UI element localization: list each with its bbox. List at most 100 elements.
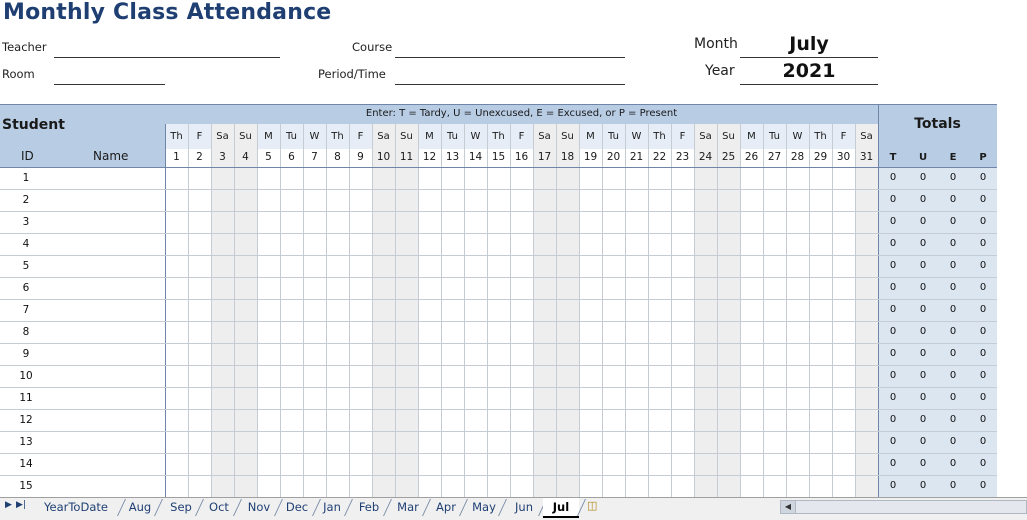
sheet-tab-apr[interactable]: Apr <box>431 498 461 516</box>
date-label: 31 <box>859 151 874 163</box>
student-name-cell[interactable] <box>52 189 165 211</box>
scroll-left-icon[interactable]: ◀ <box>781 501 796 513</box>
student-name-cell[interactable] <box>52 387 165 409</box>
date-label: 23 <box>675 151 690 163</box>
total-count: 0 <box>889 194 897 205</box>
total-count: 0 <box>949 260 957 271</box>
date-label: 21 <box>629 151 644 163</box>
date-label: 10 <box>376 151 391 163</box>
teacher-label: Teacher <box>2 40 47 54</box>
day-of-week-label: F <box>357 131 364 142</box>
total-count: 0 <box>919 172 927 183</box>
total-count: 0 <box>889 348 897 359</box>
day-of-week-label: F <box>679 131 686 142</box>
day-of-week-label: Su <box>561 131 574 142</box>
sheet-tab-oct[interactable]: Oct <box>203 498 235 516</box>
student-name-cell[interactable] <box>52 409 165 431</box>
sheet-tab-may[interactable]: May <box>468 498 500 516</box>
student-name-cell[interactable] <box>52 277 165 299</box>
sheet-tab-feb[interactable]: Feb <box>353 498 385 516</box>
sheet-tab-mar[interactable]: Mar <box>392 498 424 516</box>
student-name-cell[interactable] <box>52 211 165 233</box>
date-label: 1 <box>173 151 180 163</box>
total-count: 0 <box>889 172 897 183</box>
sheet-tab-jan[interactable]: Jan <box>318 498 346 516</box>
date-label: 15 <box>491 151 506 163</box>
total-count: 0 <box>979 348 987 359</box>
table-row: 6 0 0 0 0 <box>0 277 997 299</box>
total-count: 0 <box>889 216 897 227</box>
student-name-cell[interactable] <box>52 431 165 453</box>
total-count: 0 <box>949 282 957 293</box>
table-row: 8 0 0 0 0 <box>0 321 997 343</box>
total-count: 0 <box>889 392 897 403</box>
total-count: 0 <box>919 326 927 337</box>
day-of-week-label: Th <box>331 131 344 142</box>
student-name-cell[interactable] <box>52 475 165 497</box>
total-count: 0 <box>889 458 897 469</box>
student-name-cell[interactable] <box>52 321 165 343</box>
total-count: 0 <box>889 480 897 491</box>
sheet-tab-sep[interactable]: Sep <box>165 498 197 516</box>
course-field[interactable] <box>395 57 625 58</box>
student-name-cell[interactable] <box>52 343 165 365</box>
sheet-tab-aug[interactable]: Aug <box>124 498 156 516</box>
day-of-week-label: Th <box>814 131 827 142</box>
sheet-tab-bar: ▶ ▶| YearToDate Aug Sep Oct Nov Dec Jan Feb Mar A… <box>0 497 1027 520</box>
date-label: 6 <box>288 151 295 163</box>
total-count: 0 <box>919 216 927 227</box>
total-count: 0 <box>979 414 987 425</box>
student-name-cell[interactable] <box>52 299 165 321</box>
student-id: 13 <box>19 436 33 448</box>
day-of-week-label: Sa <box>538 131 551 142</box>
day-of-week-label: Su <box>400 131 413 142</box>
total-count: 0 <box>949 348 957 359</box>
total-count: 0 <box>979 172 987 183</box>
sheet-tab-yeartodate[interactable]: YearToDate <box>33 498 119 516</box>
total-count: 0 <box>979 326 987 337</box>
total-count: 0 <box>979 458 987 469</box>
year-value[interactable]: 2021 <box>740 60 878 82</box>
teacher-field[interactable] <box>54 57 280 58</box>
student-id: 4 <box>22 238 30 250</box>
student-name-cell[interactable] <box>52 233 165 255</box>
student-name-cell[interactable] <box>52 167 165 189</box>
sheet-tab-nov[interactable]: Nov <box>242 498 276 516</box>
day-of-week-label: F <box>196 131 203 142</box>
period-time-field[interactable] <box>395 84 625 85</box>
sheet-tab-dec[interactable]: Dec <box>280 498 314 516</box>
student-id: 9 <box>22 348 30 360</box>
totals-column-header: P <box>979 152 987 163</box>
room-field[interactable] <box>54 84 165 85</box>
total-count: 0 <box>889 436 897 447</box>
day-of-week-label: M <box>264 131 273 142</box>
horizontal-scrollbar[interactable]: ◀ <box>780 500 1027 514</box>
totals-column-header: T <box>889 152 897 163</box>
student-name-cell[interactable] <box>52 365 165 387</box>
total-count: 0 <box>979 436 987 447</box>
table-row: 7 0 0 0 0 <box>0 299 997 321</box>
month-value[interactable]: July <box>740 33 878 55</box>
day-of-week-label: Su <box>239 131 252 142</box>
total-count: 0 <box>949 458 957 469</box>
student-id: 11 <box>19 392 33 404</box>
student-id: 10 <box>19 370 33 382</box>
table-row: 15 0 0 0 0 <box>0 475 997 497</box>
total-count: 0 <box>979 260 987 271</box>
navigate-last-sheet-icon[interactable]: ▶| <box>16 500 26 510</box>
student-name-cell[interactable] <box>52 453 165 475</box>
table-row: 3 0 0 0 0 <box>0 211 997 233</box>
student-id: 14 <box>19 458 33 470</box>
sheet-tab-jul[interactable]: Jul <box>543 498 579 518</box>
day-of-week-label: W <box>792 131 803 142</box>
day-of-week-label: Tu <box>608 131 619 142</box>
sheet-tab-jun[interactable]: Jun <box>508 498 540 516</box>
navigate-next-sheet-icon[interactable]: ▶ <box>5 500 12 510</box>
day-of-week-label: Tu <box>286 131 297 142</box>
student-name-cell[interactable] <box>52 255 165 277</box>
day-of-week-label: Th <box>653 131 666 142</box>
insert-sheet-icon[interactable]: ◫ <box>587 499 597 512</box>
month-underline <box>740 57 878 58</box>
attendance-grid: Student ID Name Enter: T = Tardy, U = Un… <box>0 104 997 497</box>
table-row: 13 0 0 0 0 <box>0 431 997 453</box>
